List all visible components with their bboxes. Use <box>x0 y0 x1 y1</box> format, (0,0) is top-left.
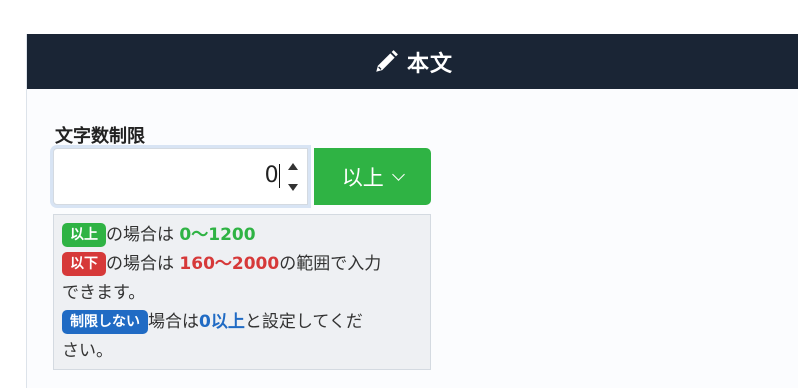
help-line-over: 以上 の場合は 0〜1200 <box>62 221 422 250</box>
help-text: と設定してくだ <box>244 312 363 332</box>
char-limit-number-input[interactable]: 0 <box>53 148 308 205</box>
body-panel: 本文 文字数制限 0 以上 以上 の場合は 0〜1200 以下 の場合は 160〜2… <box>26 34 798 388</box>
char-limit-value: 0 <box>264 163 279 188</box>
panel-title: 本文 <box>406 51 453 77</box>
badge-no-limit: 制限しない <box>62 310 148 334</box>
limit-mode-dropdown[interactable]: 以上 <box>313 148 431 205</box>
help-line-under: 以下 の場合は 160〜2000の範囲で入力 <box>62 250 422 279</box>
help-text: 場合は <box>148 312 199 332</box>
help-text: の場合は <box>106 225 174 245</box>
value-no-limit: 0以上 <box>199 312 245 332</box>
badge-over: 以上 <box>62 223 106 247</box>
text-cursor <box>278 164 280 188</box>
help-box: 以上 の場合は 0〜1200 以下 の場合は 160〜2000の範囲で入力 できます… <box>53 214 431 370</box>
spinner-up-icon[interactable] <box>287 163 298 170</box>
char-limit-input-group: 0 以上 <box>53 148 431 207</box>
spinner-down-icon[interactable] <box>287 184 298 191</box>
range-over: 0〜1200 <box>179 225 256 245</box>
char-limit-label: 文字数制限 <box>55 126 145 147</box>
help-text: の場合は <box>106 254 174 274</box>
help-line-nolimit: 制限しない 場合は0以上と設定してくだ <box>62 308 422 337</box>
badge-under: 以下 <box>62 252 106 276</box>
chevron-down-icon <box>391 168 405 181</box>
help-text: の範囲で入力 <box>279 254 382 274</box>
range-under: 160〜2000 <box>179 254 280 274</box>
help-line-under-cont: できます。 <box>62 283 146 303</box>
number-spinner[interactable] <box>285 163 301 191</box>
pencil-icon <box>376 49 398 72</box>
help-line-nolimit-cont: さい。 <box>62 341 113 361</box>
panel-header: 本文 <box>27 34 798 89</box>
limit-mode-label: 以上 <box>341 165 384 190</box>
